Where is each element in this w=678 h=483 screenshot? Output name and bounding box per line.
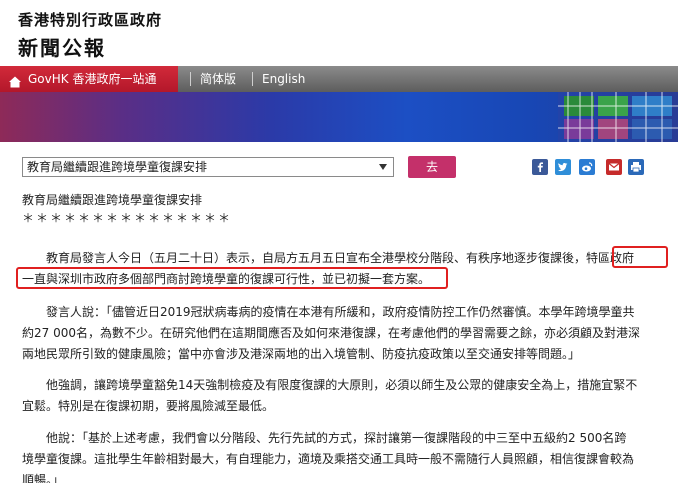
paragraph-2: 發言人說：「儘管近日2019冠狀病毒病的疫情在本港有所緩和，政府疫情防控工作仍然…: [22, 302, 662, 365]
go-button[interactable]: 去: [408, 156, 456, 178]
paragraph-line: 順暢。」: [22, 473, 65, 483]
press-release-title: 新聞公報: [18, 36, 106, 60]
paragraph-line: 約27 000名，為數不少。在研究他們在這期間應否及如何來港復課，在考慮他們的學…: [22, 326, 640, 340]
facebook-icon[interactable]: [532, 159, 548, 175]
govhk-label: GovHK 香港政府一站通: [28, 72, 157, 86]
top-nav-bar: GovHK 香港政府一站通 简体版 English: [0, 66, 678, 92]
paragraph-line: 境學童復課。這批學生年齡相對最大，有自理能力，適境及乘搭交通工具時一般不需隨行人…: [22, 452, 635, 466]
weibo-icon[interactable]: [579, 159, 595, 175]
govhk-link[interactable]: GovHK 香港政府一站通: [0, 66, 178, 92]
english-link[interactable]: English: [262, 66, 305, 92]
highlight-box: [16, 267, 448, 289]
paragraph-4: 他說：「基於上述考慮，我們會以分階段、先行先試的方式，探討讓第一復課階段的中三至…: [22, 428, 662, 483]
nav-divider: [252, 72, 253, 86]
paragraph-line: 兩地民眾所引致的健康風險；當中亦會涉及港深兩地的出入境管制、防疫抗疫政策以至交通…: [22, 347, 581, 361]
banner-grid-graphic: [558, 92, 678, 142]
chevron-down-icon: [379, 164, 387, 170]
paragraph-3: 他強調，讓跨境學童豁免14天強制檢疫及有限度復課的大原則，必須以師生及公眾的健康…: [22, 375, 662, 417]
highlight-box: [612, 246, 668, 268]
paragraph-text: 教育局發言人今日（五月二十日）表示，自局方五月五日宣布全港學校分階段、有秩序地逐…: [22, 251, 587, 265]
press-release-select[interactable]: 教育局繼續跟進跨境學童復課安排: [22, 157, 394, 177]
article-title: 教育局繼續跟進跨境學童復課安排: [22, 193, 203, 207]
article-separator: ＊＊＊＊＊＊＊＊＊＊＊＊＊＊＊: [22, 211, 233, 225]
masthead: 香港特別行政區政府 新聞公報: [0, 0, 678, 66]
select-value: 教育局繼續跟進跨境學童復課安排: [27, 160, 208, 174]
paragraph-line: 教育局發言人今日（五月二十日）表示，自局方五月五日宣布全港學校分階段、有秩序地逐…: [22, 248, 662, 269]
paragraph-line: 他強調，讓跨境學童豁免14天強制檢疫及有限度復課的大原則，必須以師生及公眾的健康…: [22, 378, 638, 392]
government-name: 香港特別行政區政府: [18, 11, 163, 29]
home-icon: [8, 72, 22, 88]
nav-divider: [190, 72, 191, 86]
toolbar: 教育局繼續跟進跨境學童復課安排 去: [0, 150, 678, 184]
twitter-icon[interactable]: [555, 159, 571, 175]
paragraph-line: 他說：「基於上述考慮，我們會以分階段、先行先試的方式，探討讓第一復課階段的中三至…: [22, 431, 627, 445]
paragraph-line: 發言人說：「儘管近日2019冠狀病毒病的疫情在本港有所緩和，政府疫情防控工作仍然…: [22, 305, 635, 319]
decorative-banner: [0, 92, 678, 142]
paragraph-line: 宜鬆。特別是在復課初期，要將風險減至最低。: [22, 399, 275, 413]
print-icon[interactable]: [628, 159, 644, 175]
simplified-chinese-link[interactable]: 简体版: [200, 66, 236, 92]
email-icon[interactable]: [606, 159, 622, 175]
